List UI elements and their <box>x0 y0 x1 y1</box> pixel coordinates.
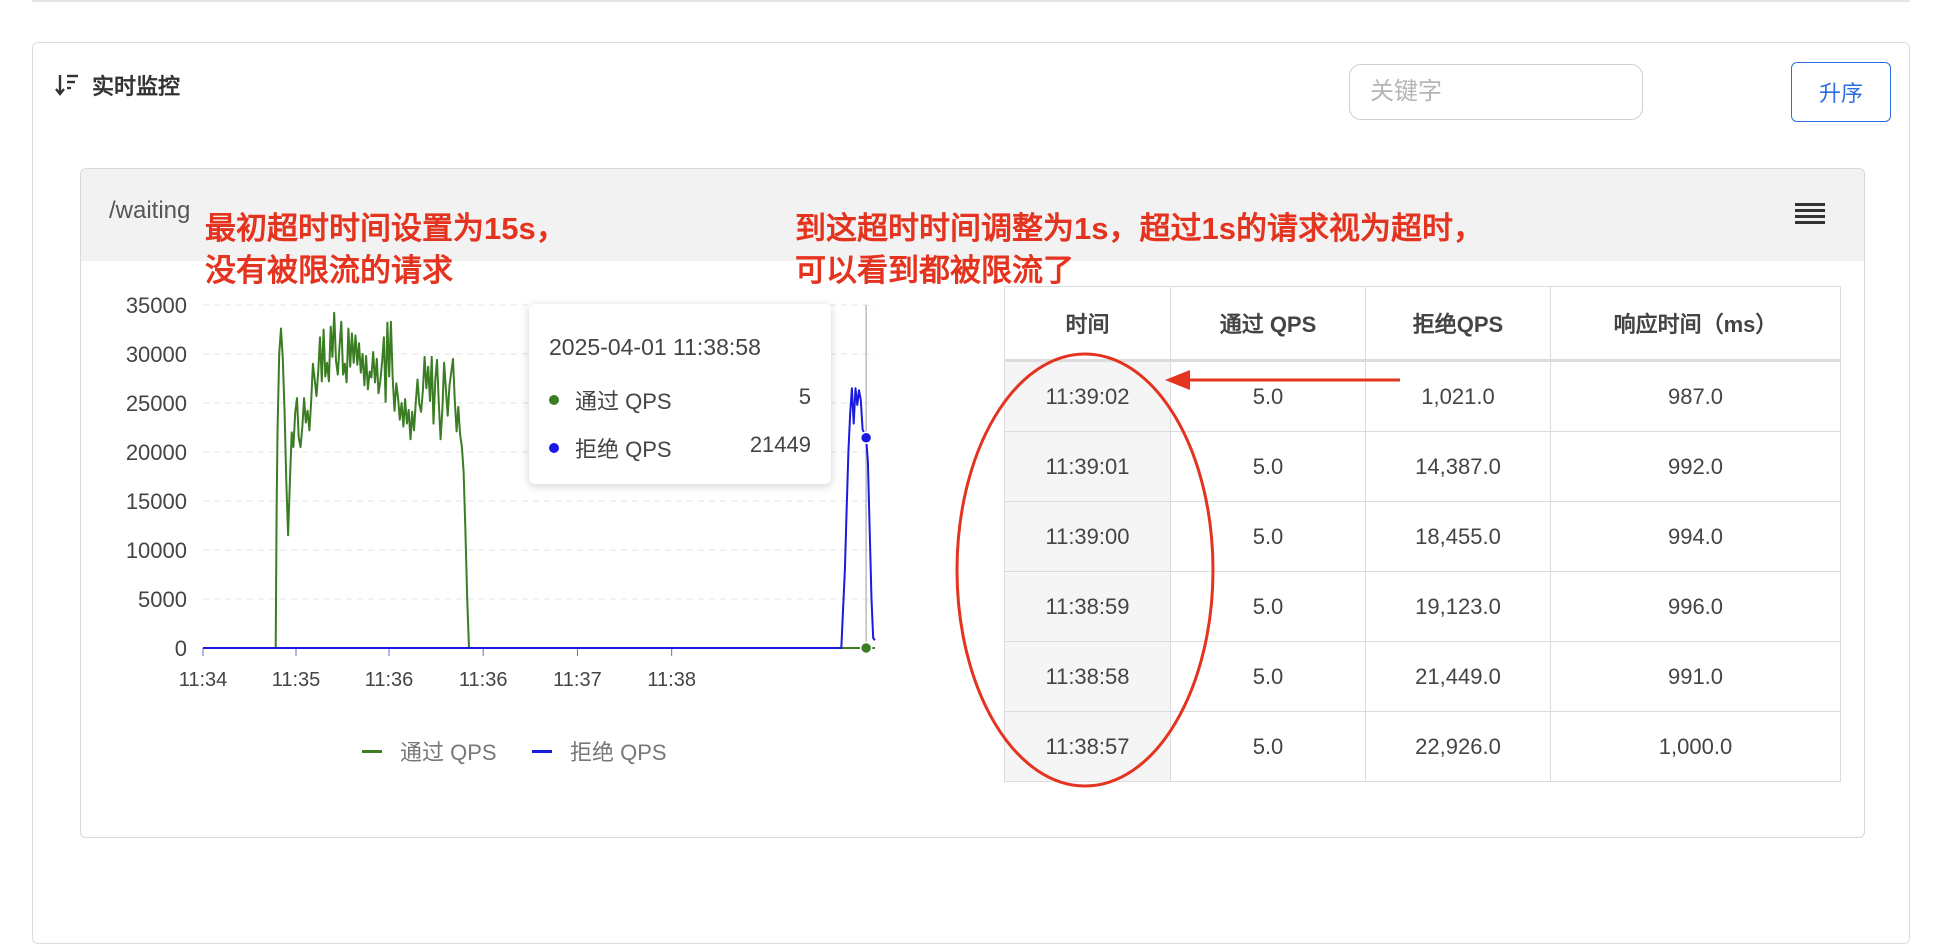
tooltip-series-name: 拒绝 QPS <box>575 437 672 462</box>
legend-label: 拒绝 QPS <box>570 740 667 765</box>
resource-name: /waiting <box>109 197 191 224</box>
legend-item-reject[interactable]: 拒绝 QPS <box>532 736 667 766</box>
tooltip-series-value: 21449 <box>749 432 811 457</box>
x-axis-ticks: 11:34 11:35 11:36 11:36 11:37 11:38 <box>179 648 696 691</box>
cell-pass-qps: 5.0 <box>1170 501 1366 572</box>
chart-tooltip: 2025-04-01 11:38:58 通过 QPS 5 拒绝 QPS 2144… <box>529 304 831 484</box>
cell-reject-qps: 1,021.0 <box>1365 360 1551 432</box>
cell-pass-qps: 5.0 <box>1170 641 1366 712</box>
y-tick-label: 35000 <box>126 293 187 318</box>
tooltip-series-name: 通过 QPS <box>575 389 672 414</box>
cell-response-time: 987.0 <box>1550 360 1841 432</box>
reject-marker-dot <box>549 443 559 453</box>
column-header-response-time[interactable]: 响应时间（ms） <box>1550 286 1841 361</box>
column-header-time[interactable]: 时间 <box>1004 286 1171 361</box>
annotation-right-line2: 可以看到都被限流了 <box>795 253 1074 288</box>
qps-table: 时间 通过 QPS 拒绝QPS 响应时间（ms） 11:39:02 5.0 1,… <box>1004 286 1841 782</box>
cell-response-time: 991.0 <box>1550 641 1841 712</box>
keyword-search-input[interactable] <box>1349 64 1643 120</box>
top-divider <box>32 0 1910 2</box>
column-header-reject-qps[interactable]: 拒绝QPS <box>1365 286 1551 361</box>
annotation-right-line1: 到这超时时间调整为1s，超过1s的请求视为超时， <box>795 211 1484 246</box>
cell-pass-qps: 5.0 <box>1170 711 1366 782</box>
y-tick-label: 0 <box>175 636 187 661</box>
panel-title: 实时监控 <box>92 74 181 99</box>
legend-item-pass[interactable]: 通过 QPS <box>362 736 497 766</box>
tooltip-series-value: 5 <box>798 384 811 409</box>
y-tick-label: 5000 <box>138 587 187 612</box>
x-tick-label: 11:35 <box>272 669 321 691</box>
cell-reject-qps: 21,449.0 <box>1365 641 1551 712</box>
cell-response-time: 994.0 <box>1550 501 1841 572</box>
cell-pass-qps: 5.0 <box>1170 571 1366 642</box>
cell-response-time: 992.0 <box>1550 431 1841 502</box>
x-tick-label: 11:34 <box>179 669 228 691</box>
table-row: 11:39:02 5.0 1,021.0 987.0 <box>1004 360 1841 432</box>
cell-time: 11:39:00 <box>1004 501 1171 572</box>
cell-reject-qps: 19,123.0 <box>1365 571 1551 642</box>
cell-time: 11:38:59 <box>1004 571 1171 642</box>
table-row: 11:39:00 5.0 18,455.0 994.0 <box>1004 501 1841 572</box>
pass-marker-dot <box>549 395 559 405</box>
table-row: 11:38:58 5.0 21,449.0 991.0 <box>1004 641 1841 712</box>
y-tick-label: 25000 <box>126 391 187 416</box>
tooltip-time: 2025-04-01 11:38:58 <box>549 334 761 360</box>
annotation-left-line2: 没有被限流的请求 <box>205 253 453 288</box>
x-tick-label: 11:36 <box>459 669 508 691</box>
x-tick-label: 11:37 <box>553 669 602 691</box>
cell-time: 11:39:01 <box>1004 431 1171 502</box>
cell-reject-qps: 22,926.0 <box>1365 711 1551 782</box>
y-tick-label: 30000 <box>126 342 187 367</box>
table-row: 11:38:59 5.0 19,123.0 996.0 <box>1004 571 1841 642</box>
legend-label: 通过 QPS <box>400 740 497 765</box>
cell-reject-qps: 14,387.0 <box>1365 431 1551 502</box>
y-tick-label: 20000 <box>126 440 187 465</box>
cell-time: 11:38:57 <box>1004 711 1171 782</box>
cell-time: 11:38:58 <box>1004 641 1171 712</box>
cell-pass-qps: 5.0 <box>1170 360 1366 432</box>
x-tick-label: 11:38 <box>647 669 696 691</box>
annotation-left-line1: 最初超时时间设置为15s， <box>205 211 567 246</box>
y-axis-ticks: 35000 30000 25000 20000 15000 10000 5000 0 <box>126 293 187 661</box>
ascending-sort-button[interactable]: 升序 <box>1791 62 1891 122</box>
y-tick-label: 10000 <box>126 538 187 563</box>
legend-swatch <box>532 749 552 753</box>
reject-qps-marker <box>859 431 873 445</box>
cell-time: 11:39:02 <box>1004 360 1171 432</box>
column-header-pass-qps[interactable]: 通过 QPS <box>1170 286 1366 361</box>
menu-icon[interactable] <box>1795 201 1825 225</box>
table-row: 11:38:57 5.0 22,926.0 1,000.0 <box>1004 711 1841 782</box>
tooltip-row-pass: 通过 QPS 5 <box>549 384 811 414</box>
cell-pass-qps: 5.0 <box>1170 431 1366 502</box>
cell-reject-qps: 18,455.0 <box>1365 501 1551 572</box>
table-header-row: 时间 通过 QPS 拒绝QPS 响应时间（ms） <box>1004 286 1841 361</box>
table-row: 11:39:01 5.0 14,387.0 992.0 <box>1004 431 1841 502</box>
pass-qps-marker <box>859 641 873 655</box>
cell-response-time: 996.0 <box>1550 571 1841 642</box>
sort-descending-icon[interactable] <box>54 72 80 98</box>
legend-swatch <box>362 749 382 753</box>
tooltip-row-reject: 拒绝 QPS 21449 <box>549 432 811 462</box>
x-tick-label: 11:36 <box>365 669 414 691</box>
panel-header: 实时监控 <box>54 70 180 100</box>
y-tick-label: 15000 <box>126 489 187 514</box>
cell-response-time: 1,000.0 <box>1550 711 1841 782</box>
